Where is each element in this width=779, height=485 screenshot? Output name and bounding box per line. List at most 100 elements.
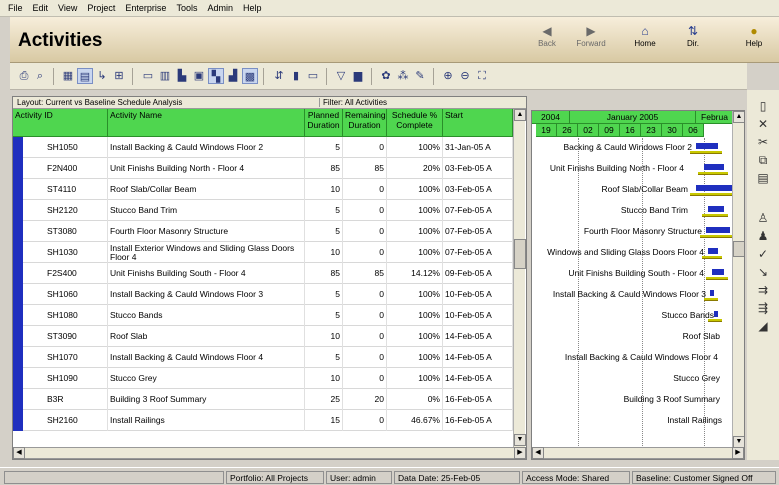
col-schedule-pct[interactable]: Schedule % Complete xyxy=(387,109,443,137)
cell-pct[interactable]: 100% xyxy=(387,179,443,200)
zoom-out-icon[interactable]: ⊖ xyxy=(457,68,473,84)
cell-planned[interactable]: 25 xyxy=(305,389,343,410)
cell-pct[interactable]: 100% xyxy=(387,347,443,368)
progress-icon[interactable]: ◢ xyxy=(755,318,771,334)
cell-remaining[interactable]: 0 xyxy=(343,305,387,326)
cell-remaining[interactable]: 0 xyxy=(343,242,387,263)
table-row[interactable]: SH1030 Install Exterior Windows and Slidi… xyxy=(13,242,513,263)
gantt-scroll-right-icon[interactable]: ▶ xyxy=(732,447,744,459)
cell-pct[interactable]: 100% xyxy=(387,200,443,221)
cell-remaining[interactable]: 0 xyxy=(343,347,387,368)
cell-start[interactable]: 07-Feb-05 A xyxy=(443,221,513,242)
cell-pct[interactable]: 100% xyxy=(387,326,443,347)
cell-id[interactable]: SH1050 xyxy=(23,137,108,158)
cell-id[interactable]: SH2120 xyxy=(23,200,108,221)
menu-admin[interactable]: Admin xyxy=(202,3,238,13)
spreadsheet-icon[interactable]: ▩ xyxy=(242,68,258,84)
new-icon[interactable]: ▯ xyxy=(755,98,771,114)
menu-tools[interactable]: Tools xyxy=(171,3,202,13)
table-row[interactable]: F2N400 Unit Finishs Building North - Floo… xyxy=(13,158,513,179)
cell-start[interactable]: 03-Feb-05 A xyxy=(443,179,513,200)
cell-start[interactable]: 07-Feb-05 A xyxy=(443,242,513,263)
cell-id[interactable]: F2S400 xyxy=(23,263,108,284)
gantt-chart-icon[interactable]: ▚ xyxy=(208,68,224,84)
cell-name[interactable]: Install Railings xyxy=(108,410,305,431)
cell-pct[interactable]: 100% xyxy=(387,242,443,263)
table-row[interactable]: ST3080 Fourth Floor Masonry Structure 5 0 10… xyxy=(13,221,513,242)
cell-remaining[interactable]: 0 xyxy=(343,179,387,200)
print-preview-icon[interactable]: ⌕ xyxy=(32,68,48,84)
step-icon[interactable]: ↘ xyxy=(755,264,771,280)
cell-start[interactable]: 03-Feb-05 A xyxy=(443,158,513,179)
cell-id[interactable]: SH1030 xyxy=(23,242,108,263)
table-row[interactable]: B3R Building 3 Roof Summary 25 20 0% 16-Feb-0… xyxy=(13,389,513,410)
table-row[interactable]: SH2160 Install Railings 15 0 46.67% 16-Feb-05… xyxy=(13,410,513,431)
cell-remaining[interactable]: 0 xyxy=(343,284,387,305)
cut-icon[interactable]: ✂ xyxy=(755,134,771,150)
cell-pct[interactable]: 100% xyxy=(387,137,443,158)
apply-actuals-icon[interactable]: ✎ xyxy=(412,68,428,84)
table-row[interactable]: ST3090 Roof Slab 10 0 100% 14-Feb-05 A xyxy=(13,326,513,347)
gantt-activity-bar[interactable] xyxy=(714,311,718,317)
cell-name[interactable]: Install Backing & Cauld Windows Floor 4 xyxy=(108,347,305,368)
paste-icon[interactable]: ▤ xyxy=(755,170,771,186)
cell-id[interactable]: ST3090 xyxy=(23,326,108,347)
menu-help[interactable]: Help xyxy=(238,3,267,13)
scroll-thumb[interactable] xyxy=(514,239,526,269)
table-vertical-scrollbar[interactable]: ▲ ▼ xyxy=(513,109,526,447)
copy-icon[interactable]: ⧉ xyxy=(755,152,771,168)
cell-name[interactable]: Install Backing & Cauld Windows Floor 3 xyxy=(108,284,305,305)
timescale-icon[interactable]: ▭ xyxy=(305,68,321,84)
table-horizontal-scrollbar[interactable]: ◀ ▶ xyxy=(13,447,526,459)
gantt-activity-bar[interactable] xyxy=(710,290,714,296)
cell-pct[interactable]: 100% xyxy=(387,221,443,242)
cell-pct[interactable]: 20% xyxy=(387,158,443,179)
cell-planned[interactable]: 5 xyxy=(305,221,343,242)
cell-start[interactable]: 14-Feb-05 A xyxy=(443,347,513,368)
cell-planned[interactable]: 5 xyxy=(305,347,343,368)
filter-icon[interactable]: ▽ xyxy=(333,68,349,84)
cell-planned[interactable]: 5 xyxy=(305,284,343,305)
assign-roles-icon[interactable]: ♟ xyxy=(755,228,771,244)
bars-icon[interactable]: ▙ xyxy=(174,68,190,84)
gantt-scroll-thumb[interactable] xyxy=(733,241,744,257)
cell-remaining[interactable]: 0 xyxy=(343,137,387,158)
cell-id[interactable]: ST4110 xyxy=(23,179,108,200)
back-button[interactable]: ◀ Back xyxy=(525,23,569,59)
level-resources-icon[interactable]: ⁂ xyxy=(395,68,411,84)
cell-planned[interactable]: 10 xyxy=(305,368,343,389)
assign-tool-icon[interactable]: ✓ xyxy=(755,246,771,262)
cell-name[interactable]: Stucco Band Trim xyxy=(108,200,305,221)
directory-button[interactable]: ⇅ Dir. xyxy=(671,23,715,59)
delete-icon[interactable]: ✕ xyxy=(755,116,771,132)
link-icon[interactable]: ⇉ xyxy=(755,282,771,298)
cell-name[interactable]: Building 3 Roof Summary xyxy=(108,389,305,410)
scroll-down-icon[interactable]: ▼ xyxy=(514,434,526,446)
cell-id[interactable]: SH1080 xyxy=(23,305,108,326)
cell-pct[interactable]: 46.67% xyxy=(387,410,443,431)
cell-remaining[interactable]: 0 xyxy=(343,221,387,242)
cell-name[interactable]: Install Backing & Cauld Windows Floor 2 xyxy=(108,137,305,158)
col-remaining-duration[interactable]: Remaining Duration xyxy=(343,109,387,137)
menu-project[interactable]: Project xyxy=(82,3,120,13)
cell-name[interactable]: Install Exterior Windows and Sliding Gla… xyxy=(108,242,305,263)
cell-remaining[interactable]: 20 xyxy=(343,389,387,410)
columns-icon[interactable]: ▥ xyxy=(157,68,173,84)
scroll-right-icon[interactable]: ▶ xyxy=(514,447,526,459)
print-icon[interactable]: ⎙ xyxy=(16,68,32,84)
cell-id[interactable]: SH1090 xyxy=(23,368,108,389)
gantt-activity-bar[interactable] xyxy=(708,206,724,212)
cell-pct[interactable]: 0% xyxy=(387,389,443,410)
cell-remaining[interactable]: 0 xyxy=(343,368,387,389)
schedule-icon[interactable]: ✿ xyxy=(378,68,394,84)
scroll-left-icon[interactable]: ◀ xyxy=(13,447,25,459)
filter-label[interactable]: Filter: All Activities xyxy=(319,98,387,107)
cell-remaining[interactable]: 0 xyxy=(343,410,387,431)
cell-start[interactable]: 14-Feb-05 A xyxy=(443,368,513,389)
cell-name[interactable]: Fourth Floor Masonry Structure xyxy=(108,221,305,242)
cell-remaining[interactable]: 85 xyxy=(343,263,387,284)
gantt-activity-bar[interactable] xyxy=(696,143,718,149)
assign-resource-icon[interactable]: ♙ xyxy=(755,210,771,226)
cell-planned[interactable]: 85 xyxy=(305,263,343,284)
cell-id[interactable]: B3R xyxy=(23,389,108,410)
